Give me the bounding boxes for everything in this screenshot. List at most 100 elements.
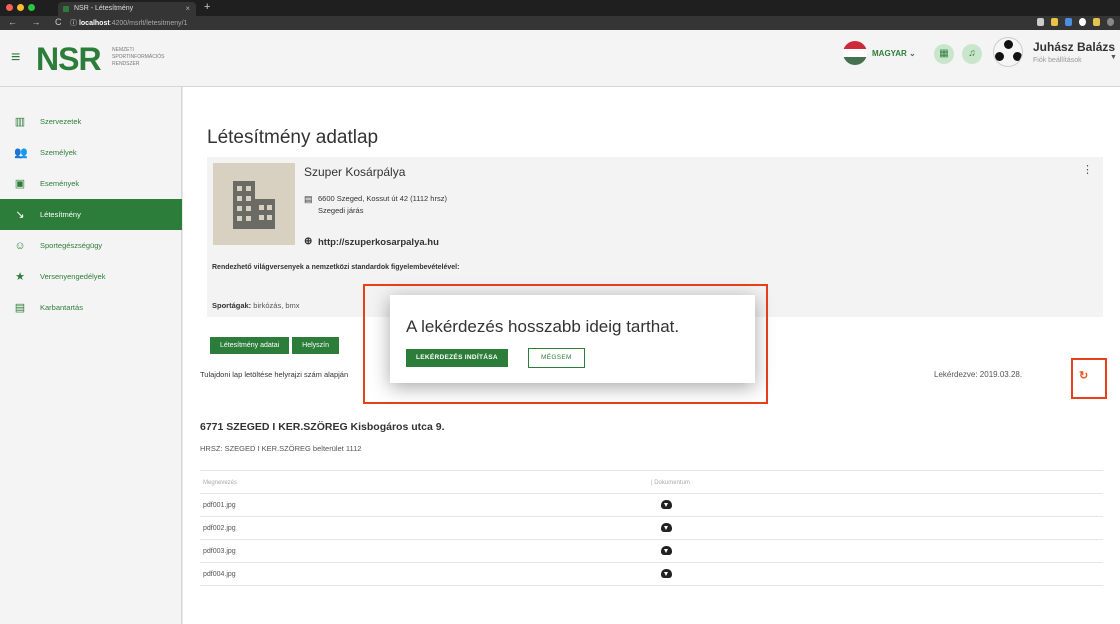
building-icon [233, 181, 275, 229]
star-icon: ★ [15, 270, 25, 283]
calendar-icon: ▣ [14, 177, 26, 190]
user-name[interactable]: Juhász Balázs [1033, 40, 1115, 54]
refresh-highlight [1071, 358, 1107, 399]
browser-tab[interactable]: NSR - Létesítmény × [58, 2, 196, 16]
cloud-download-icon[interactable] [661, 500, 672, 509]
dialog-message: A lekérdezés hosszabb ideig tarthat. [406, 317, 680, 336]
sidebar-item-esemenyek[interactable]: ▣ Események [0, 168, 182, 199]
favicon-icon [63, 6, 69, 12]
facility-icon: ↘ [15, 208, 25, 221]
maintenance-icon: ▤ [14, 301, 26, 314]
account-settings-link[interactable]: Fiók beállítások [1033, 57, 1082, 64]
cloud-download-icon[interactable] [661, 523, 672, 532]
sports-label: Sportágak: [212, 301, 252, 310]
extension-icon[interactable] [1051, 18, 1058, 26]
extension-icon[interactable] [1065, 18, 1072, 26]
sidebar-item-label: Szervezetek [40, 117, 82, 126]
facility-name: Szuper Kosárpálya [304, 165, 406, 179]
extension-icon[interactable] [1079, 18, 1086, 26]
land-registry-text: Tulajdoni lap letöltése helyrajzi szám a… [200, 370, 349, 379]
address-line-2: Szegedi járás [318, 206, 364, 215]
chevron-down-icon[interactable]: ▼ [1110, 54, 1117, 61]
app-header: ≡ NSR NEMZETI SPORTINFORMÁCIÓS RENDSZER … [0, 30, 1120, 87]
health-icon: ☺ [14, 239, 26, 252]
star-icon[interactable] [1037, 18, 1044, 26]
url-host: localhost [78, 20, 110, 27]
more-options-icon[interactable]: ⋮ [1082, 163, 1093, 176]
sidebar-item-label: Karbantartás [40, 303, 83, 312]
sidebar-item-label: Versenyengedélyek [40, 272, 106, 281]
address-line-1: 6600 Szeged, Kossut út 42 (1112 hrsz) [318, 194, 447, 203]
cancel-button[interactable]: MÉGSEM [528, 348, 585, 368]
globe-icon: ⊕ [304, 236, 313, 247]
table-row: pdf001.jpg [200, 494, 1103, 517]
sidebar-item-versenyengedelyek[interactable]: ★ Versenyengedélyek [0, 261, 182, 292]
sidebar-item-szervezetek[interactable]: ▥ Szervezetek [0, 106, 182, 137]
property-address-title: 6771 SZEGED I KER.SZÖREG Kisbogáros utca… [200, 421, 445, 433]
address-bar: ← → C ⓘ localhost:4200/msrlt/letesitmeny… [0, 16, 1120, 30]
url-field[interactable]: ⓘ localhost:4200/msrlt/letesitmeny/1 [70, 18, 188, 28]
maximize-window-icon[interactable] [28, 4, 35, 11]
tabs: Létesítmény adatai Helyszín [210, 337, 339, 354]
world-competitions-label: Rendezhető világversenyek a nemzetközi s… [212, 264, 460, 271]
sidebar-item-label: Személyek [40, 148, 77, 157]
sidebar-item-letesitmeny[interactable]: ↘ Létesítmény [0, 199, 182, 230]
facility-image [213, 163, 295, 245]
hrsz-text: HRSZ: SZEGED I KER.SZÖREG belterület 111… [200, 444, 362, 453]
table-row: pdf004.jpg [200, 563, 1103, 586]
extension-icon[interactable] [1093, 18, 1100, 26]
url-path: :4200/msrlt/letesitmeny/1 [109, 20, 188, 27]
facility-website[interactable]: ⊕ http://szuperkosarpalya.hu [304, 236, 439, 248]
file-name: pdf004.jpg [203, 571, 236, 578]
file-name: pdf003.jpg [203, 548, 236, 555]
facility-address: ▤ 6600 Szeged, Kossut út 42 (1112 hrsz) … [304, 193, 447, 217]
calculator-icon[interactable]: ▦ [934, 44, 954, 64]
table-header: Megnevezés | Dokumentum [200, 470, 1103, 494]
logo-subtitle: NEMZETI SPORTINFORMÁCIÓS RENDSZER [112, 47, 165, 68]
tab-title: NSR - Létesítmény [74, 5, 134, 12]
nav-buttons[interactable]: ← → C [8, 17, 68, 27]
file-name: pdf002.jpg [203, 525, 236, 532]
sports-value: birkózás, bmx [251, 301, 300, 310]
column-header-name: Megnevezés [203, 480, 238, 486]
new-tab-button[interactable]: + [204, 1, 210, 13]
sports-line: Sportágak: birkózás, bmx [212, 301, 300, 310]
minimize-window-icon[interactable] [17, 4, 24, 11]
hungarian-flag-icon[interactable] [843, 41, 867, 65]
sidebar-item-label: Létesítmény [40, 210, 81, 219]
building-icon: ▥ [14, 115, 26, 128]
cloud-download-icon[interactable] [661, 569, 672, 578]
avatar[interactable] [993, 37, 1023, 67]
column-header-document: | Dokumentum [651, 480, 690, 486]
map-icon: ▤ [304, 194, 313, 204]
website-link[interactable]: http://szuperkosarpalya.hu [318, 237, 439, 248]
start-query-button[interactable]: LEKÉRDEZÉS INDÍTÁSA [406, 349, 508, 367]
people-icon: 👥 [14, 146, 28, 159]
tab-close-icon[interactable]: × [185, 2, 190, 16]
browser-tabbar: NSR - Létesítmény × + [0, 0, 1120, 16]
language-selector[interactable]: MAGYAR ⌄ [872, 49, 916, 58]
sidebar-item-szemelyek[interactable]: 👥 Személyek [0, 137, 182, 168]
sidebar-item-label: Sportegészségügy [40, 241, 103, 250]
extension-icons [1037, 18, 1114, 26]
sidebar-item-karbantartas[interactable]: ▤ Karbantartás [0, 292, 182, 323]
tab-letesitmeny-adatai[interactable]: Létesítmény adatai [210, 337, 290, 354]
cloud-download-icon[interactable] [661, 546, 672, 555]
nsr-logo[interactable]: NSR [36, 41, 102, 78]
table-row: pdf002.jpg [200, 517, 1103, 540]
logo-subtitle-text: NEMZETI SPORTINFORMÁCIÓS RENDSZER [112, 47, 165, 67]
sidebar-item-sportegeszsegugy[interactable]: ☺ Sportegészségügy [0, 230, 182, 261]
table-row: pdf003.jpg [200, 540, 1103, 563]
tab-helyszin[interactable]: Helyszín [292, 337, 339, 354]
documents-table: Megnevezés | Dokumentum pdf001.jpg pdf00… [200, 470, 1103, 586]
menu-icon[interactable]: ≡ [11, 49, 20, 67]
file-name: pdf001.jpg [203, 502, 236, 509]
page-title: Létesítmény adatlap [207, 127, 379, 148]
confirm-dialog: A lekérdezés hosszabb ideig tarthat. LEK… [390, 295, 755, 383]
profile-icon[interactable] [1107, 18, 1114, 26]
sidebar: ▥ Szervezetek 👥 Személyek ▣ Események ↘ … [0, 87, 182, 624]
queried-date: Lekérdezve: 2019.03.28. [934, 370, 1023, 379]
window-controls[interactable] [6, 4, 35, 11]
close-window-icon[interactable] [6, 4, 13, 11]
bell-icon[interactable]: ♫ [962, 44, 982, 64]
